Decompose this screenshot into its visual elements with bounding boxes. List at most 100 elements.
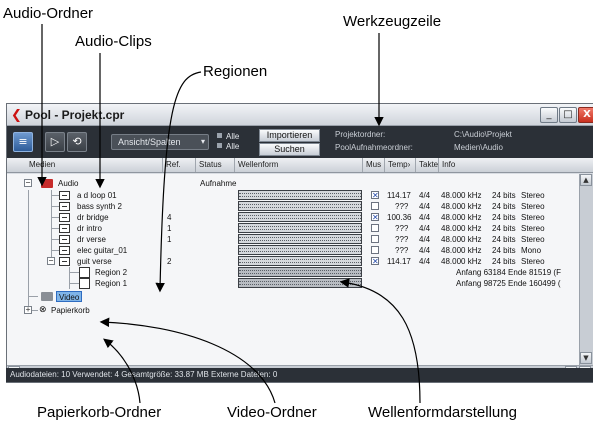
clip-samplerate: 48.000 kHz — [441, 202, 482, 211]
clip-ref: 1 — [167, 235, 172, 244]
column-info[interactable]: Info — [439, 158, 593, 172]
minimize-button[interactable]: _ — [540, 107, 558, 123]
clip-row[interactable]: bass synth 2 ??? 4/4 48.000 kHz 24 bits … — [7, 201, 580, 212]
clip-samplerate: 48.000 kHz — [441, 191, 482, 200]
musical-mode-checkbox[interactable] — [371, 235, 379, 243]
info-icon: ≡ — [18, 135, 28, 148]
waveform-display — [238, 212, 362, 222]
region-name: Region 1 — [95, 279, 128, 288]
project-folder-value: C:\Audio\Projekt — [454, 130, 512, 139]
play-icon: ▷ — [50, 135, 60, 148]
info-toggle-button[interactable]: ≡ — [13, 132, 33, 152]
search-button[interactable]: Suchen — [259, 143, 320, 156]
clip-name: bass synth 2 — [77, 202, 122, 211]
region-info: Anfang 63184 Ende 81519 (F — [456, 268, 561, 277]
audio-folder-status: Aufnahme — [200, 179, 237, 188]
clip-row[interactable]: − guit verse 2 ✕ 114.17 4/4 48.000 kHz 2… — [7, 256, 580, 267]
musical-mode-checkbox[interactable]: ✕ — [371, 191, 379, 200]
clip-tempo: 114.17 — [387, 191, 411, 200]
trash-folder-row[interactable]: + ⊗ Papierkorb — [7, 305, 580, 316]
region-waveform — [238, 278, 362, 288]
column-ref[interactable]: Ref. — [163, 158, 196, 172]
close-button[interactable]: X — [578, 107, 593, 123]
scroll-up-icon[interactable]: ▲ — [580, 174, 592, 186]
clip-channels: Stereo — [521, 235, 545, 244]
column-tempo[interactable]: Temp› — [385, 158, 416, 172]
clip-row[interactable]: dr intro 1 ??? 4/4 48.000 kHz 24 bits St… — [7, 223, 580, 234]
audio-clip-icon — [59, 191, 70, 200]
audio-clip-icon — [59, 257, 70, 266]
expand-trash-icon[interactable]: + — [24, 306, 32, 314]
region-icon — [79, 267, 90, 278]
collapse-clip-icon[interactable]: − — [47, 257, 55, 265]
vertical-scrollbar[interactable]: ▲ ▼ — [579, 174, 593, 365]
clip-bits: 24 bits — [492, 191, 516, 200]
clip-channels: Stereo — [521, 224, 545, 233]
column-takte[interactable]: Takte — [416, 158, 439, 172]
clip-signature: 4/4 — [419, 257, 431, 266]
window-title: Pool - Projekt.cpr — [25, 108, 125, 122]
video-folder-icon — [41, 292, 53, 301]
import-button[interactable]: Importieren — [259, 129, 320, 142]
scroll-down-icon[interactable]: ▼ — [580, 352, 592, 364]
clip-samplerate: 48.000 kHz — [441, 235, 482, 244]
clip-signature: 4/4 — [419, 191, 431, 200]
play-button[interactable]: ▷ — [45, 132, 65, 152]
audio-folder-row[interactable]: − Audio Aufnahme — [7, 178, 580, 189]
title-bar: ❮ Pool - Projekt.cpr _ □ X — [7, 104, 593, 126]
musical-mode-checkbox[interactable] — [371, 202, 379, 210]
clip-signature: 4/4 — [419, 202, 431, 211]
clip-row[interactable]: dr bridge 4 ✕ 100.36 4/4 48.000 kHz 24 b… — [7, 212, 580, 223]
clip-tempo: ??? — [395, 235, 409, 244]
clip-tempo: 114.17 — [387, 257, 411, 266]
alle-toggle-1[interactable]: Alle — [217, 132, 239, 141]
callout-audio-ordner: Audio-Ordner — [3, 5, 94, 22]
dropdown-arrow-icon: ▾ — [200, 137, 205, 146]
musical-mode-checkbox[interactable] — [371, 224, 379, 232]
trash-folder-label: Papierkorb — [51, 306, 90, 315]
clip-row[interactable]: a d loop 01 ✕ 114.17 4/4 48.000 kHz 24 b… — [7, 190, 580, 201]
clip-name: dr bridge — [77, 213, 109, 222]
region-row[interactable]: Region 1 Anfang 98725 Ende 160499 ( — [7, 278, 580, 289]
region-icon — [79, 278, 90, 289]
clip-row[interactable]: elec guitar_01 ??? 4/4 48.000 kHz 24 bit… — [7, 245, 580, 256]
trash-icon: ⊗ — [39, 305, 47, 315]
musical-mode-checkbox[interactable] — [371, 246, 379, 254]
audio-clip-icon — [59, 202, 70, 211]
region-name: Region 2 — [95, 268, 128, 277]
callout-regionen: Regionen — [203, 63, 268, 80]
column-header: Medien Ref. Status Wellenform Mus Temp› … — [7, 158, 593, 173]
video-folder-row[interactable]: Video — [7, 291, 580, 302]
region-row[interactable]: Region 2 Anfang 63184 Ende 81519 (F — [7, 267, 580, 278]
column-mus[interactable]: Mus — [363, 158, 385, 172]
musical-mode-checkbox[interactable]: ✕ — [371, 213, 379, 222]
clip-bits: 24 bits — [492, 257, 516, 266]
clip-tempo: 100.36 — [387, 213, 412, 222]
waveform-display — [238, 201, 362, 211]
region-waveform — [238, 267, 362, 277]
loop-button[interactable]: ⟲ — [67, 132, 87, 152]
clip-tempo: ??? — [395, 202, 409, 211]
callout-video-ordner: Video-Ordner — [227, 404, 317, 421]
audio-clip-icon — [59, 224, 70, 233]
column-medien[interactable]: Medien — [7, 158, 163, 172]
musical-mode-checkbox[interactable]: ✕ — [371, 257, 379, 266]
column-wellenform[interactable]: Wellenform — [235, 158, 363, 172]
cubase-logo-icon: ❮ — [11, 108, 22, 123]
column-status[interactable]: Status — [196, 158, 235, 172]
maximize-button[interactable]: □ — [559, 107, 577, 123]
pool-tree: − Audio Aufnahme a d loop 01 ✕ 114.17 4/… — [7, 174, 580, 365]
clip-name: dr verse — [77, 235, 106, 244]
clip-samplerate: 48.000 kHz — [441, 257, 482, 266]
callout-wellenformdarstellung: Wellenformdarstellung — [368, 404, 517, 421]
loop-icon: ⟲ — [72, 135, 82, 148]
view-columns-select[interactable]: Ansicht/Spalten ▾ — [111, 134, 209, 150]
waveform-display — [238, 190, 362, 200]
alle-toggle-2[interactable]: Alle — [217, 142, 239, 151]
waveform-display — [238, 245, 362, 255]
collapse-audio-icon[interactable]: − — [24, 179, 32, 187]
record-folder-value: Medien\Audio — [454, 143, 503, 152]
clip-bits: 24 bits — [492, 224, 516, 233]
clip-name: dr intro — [77, 224, 102, 233]
clip-row[interactable]: dr verse 1 ??? 4/4 48.000 kHz 24 bits St… — [7, 234, 580, 245]
